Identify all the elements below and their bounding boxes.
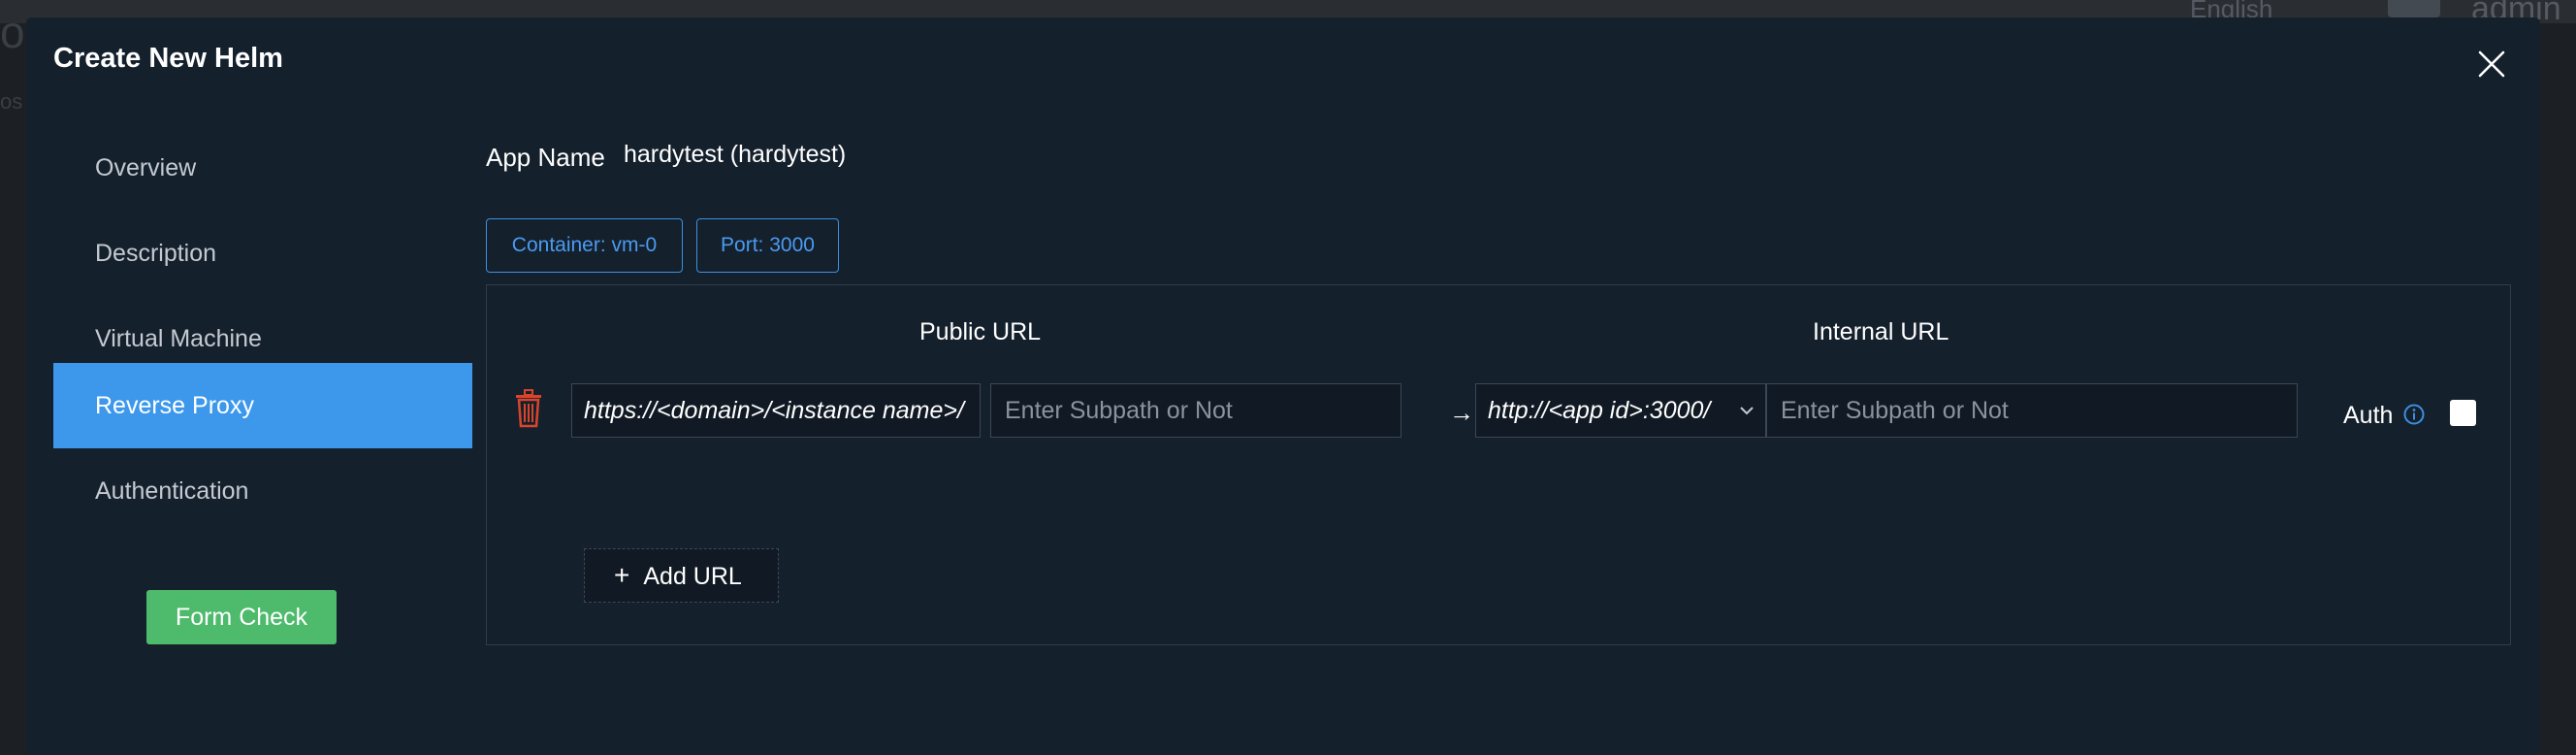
internal-subpath-input[interactable]	[1767, 384, 2295, 437]
add-url-label: Add URL	[643, 563, 742, 590]
auth-checkbox[interactable]	[2450, 400, 2476, 426]
create-helm-modal: Create New Helm Overview Description Vir…	[26, 17, 2540, 755]
app-name-value: hardytest (hardytest)	[624, 141, 847, 168]
port-tag[interactable]: Port: 3000	[696, 218, 839, 273]
app-name-label: App Name	[486, 143, 605, 172]
internal-url-prefix: http://<app id>:3000/	[1488, 397, 1711, 424]
trash-icon[interactable]	[514, 389, 543, 428]
info-icon[interactable]	[2403, 404, 2425, 425]
auth-label: Auth	[2343, 402, 2394, 429]
close-icon[interactable]	[2474, 47, 2509, 82]
form-check-button[interactable]: Form Check	[146, 590, 337, 644]
public-url-field: https://<domain>/<instance name>/	[571, 383, 993, 438]
internal-url-select[interactable]: http://<app id>:3000/	[1475, 383, 1766, 438]
nav-item-description[interactable]: Description	[53, 211, 472, 296]
add-url-button[interactable]: + Add URL	[584, 548, 779, 603]
public-subpath-input[interactable]	[991, 384, 1399, 437]
plus-icon: +	[614, 560, 630, 590]
public-url-prefix: https://<domain>/<instance name>/	[572, 384, 993, 437]
nav-item-overview[interactable]: Overview	[53, 125, 472, 211]
internal-url-header: Internal URL	[1813, 318, 1949, 345]
public-url-header: Public URL	[919, 318, 1042, 345]
internal-subpath-field	[1766, 383, 2298, 438]
chevron-down-icon	[1740, 407, 1754, 415]
modal-title: Create New Helm	[53, 43, 283, 74]
arrow-right-icon: →	[1449, 398, 1474, 427]
proxy-panel	[486, 284, 2511, 645]
avatar	[2388, 0, 2440, 17]
nav-item-reverse-proxy[interactable]: Reverse Proxy	[53, 363, 472, 448]
background-subtitle: os	[0, 89, 23, 114]
public-subpath-field	[990, 383, 1401, 438]
nav-item-authentication[interactable]: Authentication	[53, 448, 472, 534]
container-tag[interactable]: Container: vm-0	[486, 218, 683, 273]
